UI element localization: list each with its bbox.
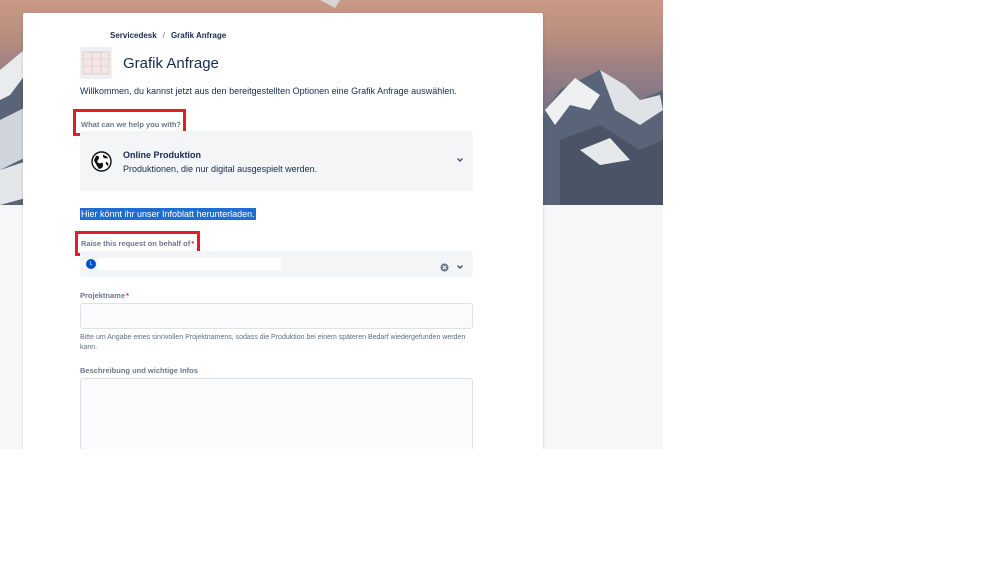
breadcrumb-separator: /	[162, 31, 165, 40]
projektname-help-text: Bitte um Angabe eines sinnvollen Projekt…	[80, 334, 466, 351]
on-behalf-select[interactable]: L	[80, 251, 473, 277]
breadcrumb-current[interactable]: Grafik Anfrage	[171, 31, 226, 40]
intro-text: Willkommen, du kannst jetzt aus den bere…	[80, 86, 457, 96]
projektname-input[interactable]	[80, 303, 473, 329]
globe-icon	[91, 151, 112, 172]
chevron-down-icon[interactable]	[456, 156, 464, 166]
clear-icon[interactable]	[440, 259, 449, 272]
browser-viewport: Servicedesk / Grafik Anfrage Grafik Anfrag…	[0, 0, 663, 449]
empty-area-bottom	[0, 449, 999, 562]
page-title: Grafik Anfrage	[123, 55, 219, 72]
infoblatt-download-link[interactable]: Hier könnt ihr unser Infoblatt herunterl…	[80, 208, 256, 220]
service-desk-logo	[80, 47, 112, 79]
breadcrumb-servicedesk[interactable]: Servicedesk	[110, 31, 157, 40]
breadcrumb: Servicedesk / Grafik Anfrage	[110, 31, 226, 40]
avatar: L	[86, 259, 96, 269]
required-marker: *	[126, 291, 129, 300]
projektname-label: Projektname*	[80, 291, 129, 300]
projektname-label-text: Projektname	[80, 291, 126, 300]
beschreibung-textarea[interactable]	[80, 378, 473, 449]
chevron-down-icon[interactable]	[456, 258, 464, 276]
beschreibung-label: Beschreibung und wichtige Infos	[80, 366, 198, 375]
request-type-select[interactable]: Online Produktion Produktionen, die nur …	[80, 131, 473, 191]
request-type-title: Online Produktion	[123, 150, 201, 160]
empty-area-right	[663, 0, 999, 449]
request-type-description: Produktionen, die nur digital ausgespiel…	[123, 164, 318, 174]
masked-user-name	[98, 258, 281, 270]
